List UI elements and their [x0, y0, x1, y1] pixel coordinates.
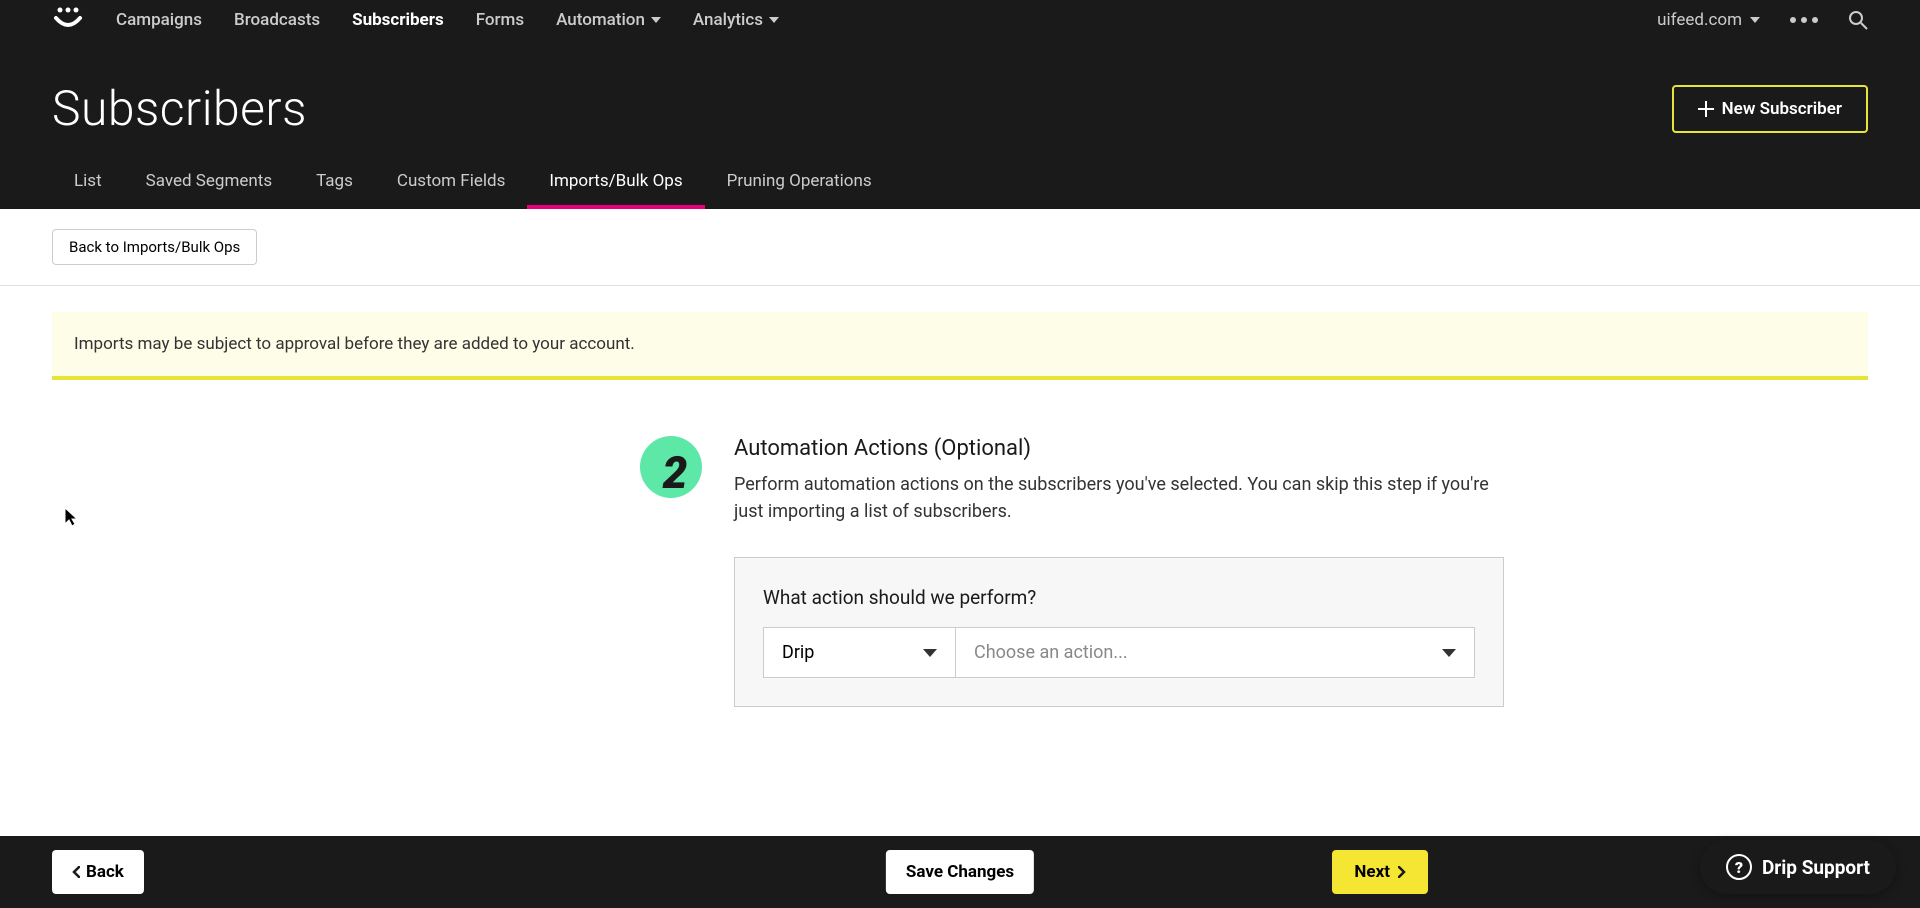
provider-select[interactable]: Drip	[763, 627, 955, 678]
bottom-center: Save Changes	[886, 850, 1034, 894]
search-icon[interactable]	[1848, 10, 1868, 30]
step-section: 2 Automation Actions (Optional) Perform …	[380, 436, 1540, 707]
subtab-pruning-operations[interactable]: Pruning Operations	[705, 157, 894, 209]
nav-campaigns[interactable]: Campaigns	[116, 10, 202, 30]
chevron-right-icon	[1398, 866, 1406, 878]
page-header-row: Subscribers New Subscriber	[52, 80, 1868, 137]
account-selector[interactable]: uifeed.com	[1657, 10, 1760, 30]
logo-icon[interactable]	[52, 4, 84, 36]
step-description: Perform automation actions on the subscr…	[734, 471, 1494, 525]
action-label: What action should we perform?	[763, 586, 1475, 609]
select-row: Drip Choose an action...	[763, 627, 1475, 678]
new-subscriber-button[interactable]: New Subscriber	[1672, 85, 1868, 133]
subtabs: List Saved Segments Tags Custom Fields I…	[52, 157, 1868, 209]
back-link-section: Back to Imports/Bulk Ops	[0, 209, 1920, 285]
support-widget[interactable]: ? Drip Support	[1700, 840, 1896, 894]
caret-down-icon	[923, 649, 937, 657]
nav-analytics[interactable]: Analytics	[693, 10, 779, 30]
nav-forms[interactable]: Forms	[476, 10, 524, 30]
step-badge: 2	[640, 436, 702, 498]
step-number: 2	[663, 447, 688, 499]
support-label: Drip Support	[1762, 856, 1870, 879]
chevron-left-icon	[72, 866, 80, 878]
content-area: Imports may be subject to approval befor…	[0, 286, 1920, 807]
top-navigation: Campaigns Broadcasts Subscribers Forms A…	[0, 0, 1920, 40]
nav-subscribers[interactable]: Subscribers	[352, 10, 444, 30]
more-menu-icon[interactable]	[1790, 17, 1818, 23]
caret-down-icon	[1442, 649, 1456, 657]
bottom-bar: Back Save Changes Next	[0, 836, 1920, 908]
chevron-down-icon	[651, 17, 661, 23]
action-select[interactable]: Choose an action...	[955, 627, 1475, 678]
help-icon: ?	[1726, 854, 1752, 880]
chevron-down-icon	[769, 17, 779, 23]
page-title: Subscribers	[52, 80, 307, 137]
step-content: Automation Actions (Optional) Perform au…	[734, 436, 1540, 707]
action-panel: What action should we perform? Drip Choo…	[734, 557, 1504, 707]
chevron-down-icon	[1750, 17, 1760, 23]
nav-broadcasts[interactable]: Broadcasts	[234, 10, 320, 30]
info-banner: Imports may be subject to approval befor…	[52, 312, 1868, 380]
account-name: uifeed.com	[1657, 10, 1742, 30]
nav-automation[interactable]: Automation	[556, 10, 661, 30]
back-button-label: Back	[86, 862, 124, 882]
nav-left-group: Campaigns Broadcasts Subscribers Forms A…	[52, 4, 779, 36]
new-subscriber-label: New Subscriber	[1722, 99, 1842, 119]
subtab-imports-bulk-ops[interactable]: Imports/Bulk Ops	[527, 157, 704, 209]
subtab-list[interactable]: List	[52, 157, 124, 209]
subtab-custom-fields[interactable]: Custom Fields	[375, 157, 527, 209]
page-header: Subscribers New Subscriber List Saved Se…	[0, 40, 1920, 209]
back-to-imports-button[interactable]: Back to Imports/Bulk Ops	[52, 229, 257, 265]
nav-automation-label: Automation	[556, 10, 645, 30]
nav-right-group: uifeed.com	[1657, 10, 1868, 30]
save-changes-button[interactable]: Save Changes	[886, 850, 1034, 894]
step-title: Automation Actions (Optional)	[734, 436, 1540, 461]
subtab-tags[interactable]: Tags	[294, 157, 375, 209]
nav-analytics-label: Analytics	[693, 10, 763, 30]
back-button[interactable]: Back	[52, 850, 144, 894]
next-button[interactable]: Next	[1332, 850, 1428, 894]
subtab-saved-segments[interactable]: Saved Segments	[124, 157, 294, 209]
next-button-label: Next	[1354, 862, 1390, 882]
action-select-placeholder: Choose an action...	[974, 642, 1128, 663]
plus-icon	[1698, 101, 1714, 117]
provider-select-value: Drip	[782, 642, 814, 663]
